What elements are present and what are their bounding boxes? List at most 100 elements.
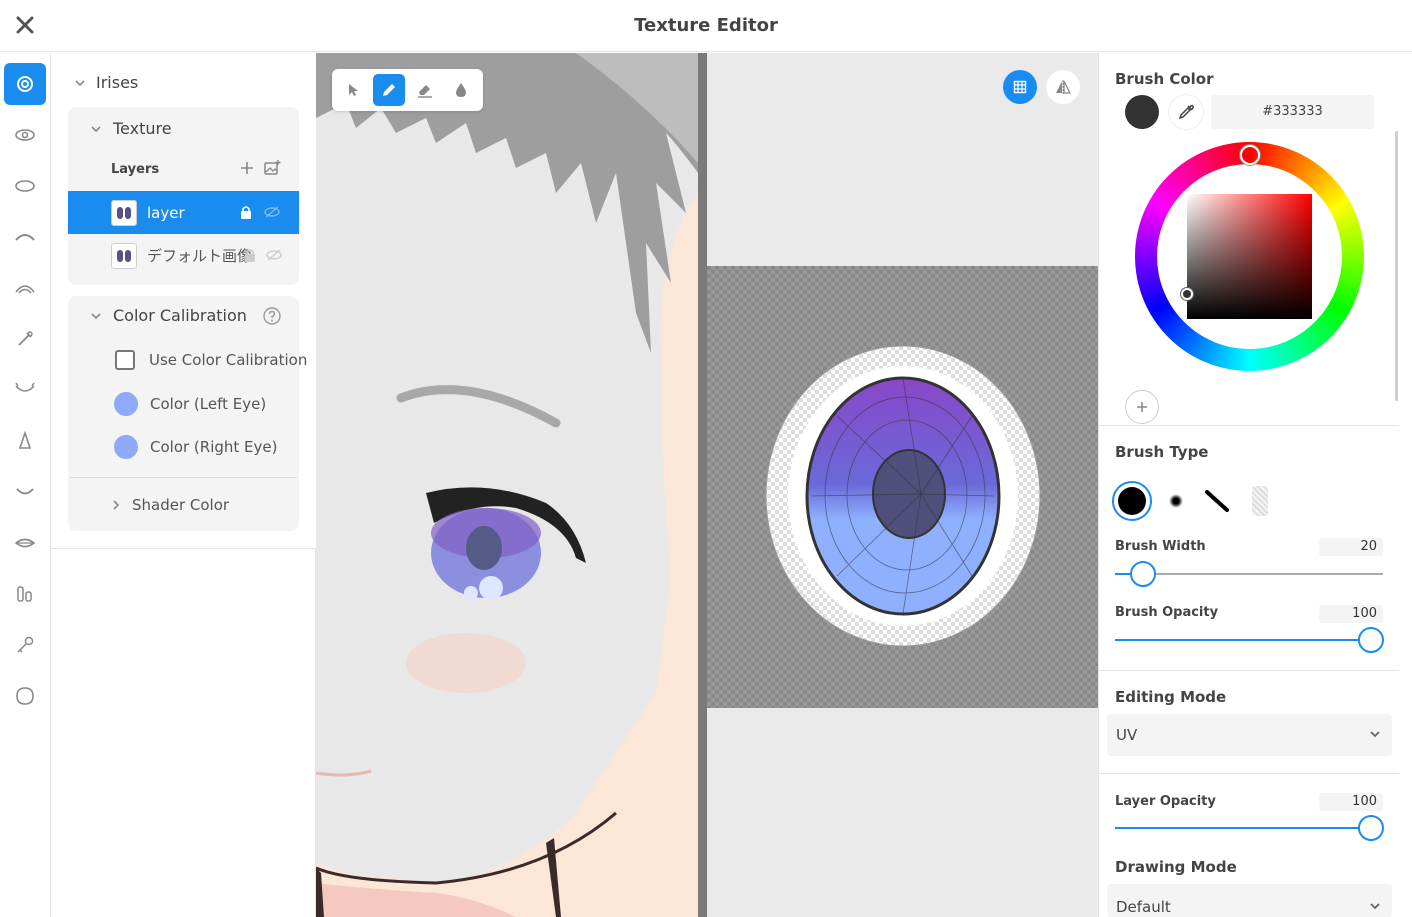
chevron-down-icon bbox=[91, 125, 101, 132]
shader-color-row[interactable]: Shader Color bbox=[110, 496, 229, 514]
brush-opacity-slider[interactable] bbox=[1115, 639, 1383, 641]
mouth-icon[interactable] bbox=[4, 471, 46, 513]
grid-toggle-icon[interactable] bbox=[1003, 70, 1037, 104]
use-calibration-row[interactable]: Use Color Calibration bbox=[115, 350, 307, 370]
drawing-mode-value: Default bbox=[1116, 898, 1171, 916]
layer-name: layer bbox=[147, 203, 185, 222]
calibration-title: Color Calibration bbox=[113, 306, 247, 325]
layers-label: Layers bbox=[111, 162, 160, 177]
right-eye-color-row[interactable]: Color (Right Eye) bbox=[114, 435, 278, 459]
left-eye-color-label: Color (Left Eye) bbox=[150, 395, 267, 413]
left-eye-color-row[interactable]: Color (Left Eye) bbox=[114, 392, 266, 416]
texture-header[interactable]: Texture bbox=[89, 119, 172, 138]
brush-opacity-fill bbox=[1115, 639, 1383, 641]
mirror-toggle-icon[interactable] bbox=[1046, 70, 1080, 104]
line-brush-icon[interactable] bbox=[1197, 481, 1237, 521]
right-eye-color-label: Color (Right Eye) bbox=[150, 438, 278, 456]
editing-mode-value: UV bbox=[1116, 726, 1138, 744]
chevron-down-icon bbox=[75, 79, 85, 86]
window-title: Texture Editor bbox=[634, 15, 778, 36]
hard-brush-icon[interactable] bbox=[1112, 481, 1152, 521]
brush-width-knob[interactable] bbox=[1130, 561, 1156, 587]
divider bbox=[1099, 773, 1399, 774]
hue-handle[interactable] bbox=[1240, 145, 1260, 165]
avatar-face-render bbox=[316, 53, 698, 917]
calibration-header[interactable]: Color Calibration bbox=[89, 306, 247, 325]
brush-icon[interactable] bbox=[4, 318, 46, 360]
eraser-tool-icon[interactable] bbox=[409, 74, 441, 106]
layer-row-default[interactable]: デフォルト画像 bbox=[68, 234, 299, 277]
editing-mode-select[interactable]: UV bbox=[1107, 714, 1392, 756]
sv-handle[interactable] bbox=[1181, 288, 1193, 300]
scrollbar[interactable] bbox=[1395, 131, 1398, 401]
brush-width-label: Brush Width bbox=[1115, 539, 1206, 554]
brush-opacity-value[interactable]: 100 bbox=[1319, 605, 1383, 623]
select-tool-icon[interactable] bbox=[337, 74, 369, 106]
lower-lash-icon[interactable] bbox=[4, 369, 46, 411]
brush-color-label: Brush Color bbox=[1115, 70, 1214, 88]
help-icon[interactable] bbox=[262, 306, 282, 326]
brush-settings-panel: Brush Color #333333 Brush Type Brush Wid… bbox=[1098, 53, 1412, 917]
add-image-layer-icon[interactable] bbox=[263, 159, 281, 181]
teeth-icon[interactable] bbox=[4, 573, 46, 615]
fill-tool-icon[interactable] bbox=[445, 74, 477, 106]
brush-width-value[interactable]: 20 bbox=[1319, 538, 1383, 556]
layer-opacity-value[interactable]: 100 bbox=[1319, 793, 1383, 811]
layer-opacity-knob[interactable] bbox=[1358, 815, 1384, 841]
divider bbox=[1099, 425, 1399, 426]
saturation-value-square[interactable] bbox=[1187, 194, 1312, 319]
iris-texture-image bbox=[765, 345, 1041, 647]
parts-panel: Irises Texture Layers layer デフォルト画像 Colo… bbox=[51, 53, 316, 549]
eyedropper-icon[interactable] bbox=[1169, 95, 1203, 129]
brush-opacity-knob[interactable] bbox=[1358, 627, 1384, 653]
editing-mode-label: Editing Mode bbox=[1115, 688, 1227, 706]
add-color-icon[interactable] bbox=[1125, 390, 1159, 424]
face-outline-icon[interactable] bbox=[4, 675, 46, 717]
lips-icon[interactable] bbox=[4, 522, 46, 564]
eye-white-icon[interactable] bbox=[4, 165, 46, 207]
section-irises[interactable]: Irises bbox=[73, 73, 138, 92]
chevron-down-icon bbox=[1370, 903, 1380, 910]
layer-opacity-fill bbox=[1115, 827, 1383, 829]
layer-thumbnail bbox=[111, 199, 137, 226]
right-eye-color-swatch[interactable] bbox=[114, 435, 138, 459]
layer-thumbnail bbox=[111, 242, 137, 269]
eyebrow-icon[interactable] bbox=[4, 267, 46, 309]
uv-texture-view[interactable] bbox=[707, 53, 1098, 917]
use-calibration-label: Use Color Calibration bbox=[149, 351, 308, 369]
section-title: Irises bbox=[96, 73, 139, 92]
hex-color-input[interactable]: #333333 bbox=[1211, 95, 1374, 129]
lock-icon[interactable] bbox=[239, 205, 253, 220]
add-layer-icon[interactable] bbox=[239, 160, 255, 180]
brush-type-label: Brush Type bbox=[1115, 443, 1209, 461]
texture-card: Texture Layers layer デフォルト画像 bbox=[68, 107, 299, 285]
texture-title: Texture bbox=[113, 119, 172, 138]
divider bbox=[1099, 670, 1399, 671]
view-splitter[interactable] bbox=[698, 53, 707, 917]
eye-icon[interactable] bbox=[4, 114, 46, 156]
texture-brush-icon[interactable] bbox=[1240, 481, 1280, 521]
soft-brush-icon[interactable] bbox=[1156, 481, 1196, 521]
hidden-eye-icon[interactable] bbox=[263, 205, 281, 219]
3d-preview-viewport[interactable] bbox=[316, 53, 698, 917]
key-icon[interactable] bbox=[4, 624, 46, 666]
texture-canvas[interactable] bbox=[707, 266, 1098, 708]
shader-color-label: Shader Color bbox=[132, 496, 230, 514]
use-calibration-checkbox[interactable] bbox=[115, 350, 135, 370]
layer-name: デフォルト画像 bbox=[147, 247, 253, 265]
hidden-eye-icon[interactable] bbox=[265, 248, 283, 262]
brush-color-swatch[interactable] bbox=[1125, 95, 1159, 129]
lock-icon[interactable] bbox=[243, 248, 257, 263]
iris-icon[interactable] bbox=[4, 63, 46, 105]
color-calibration-card: Color Calibration Use Color Calibration … bbox=[68, 296, 307, 531]
nose-icon[interactable] bbox=[4, 420, 46, 462]
pen-tool-icon[interactable] bbox=[373, 74, 405, 106]
drawing-mode-select[interactable]: Default bbox=[1107, 884, 1392, 917]
eyelash-icon[interactable] bbox=[4, 216, 46, 258]
left-eye-color-swatch[interactable] bbox=[114, 392, 138, 416]
panel-empty-area bbox=[51, 549, 316, 917]
tool-palette bbox=[332, 69, 483, 111]
layer-opacity-slider[interactable] bbox=[1115, 827, 1383, 829]
layer-opacity-label: Layer Opacity bbox=[1115, 794, 1216, 809]
layer-row-layer[interactable]: layer bbox=[68, 191, 299, 234]
